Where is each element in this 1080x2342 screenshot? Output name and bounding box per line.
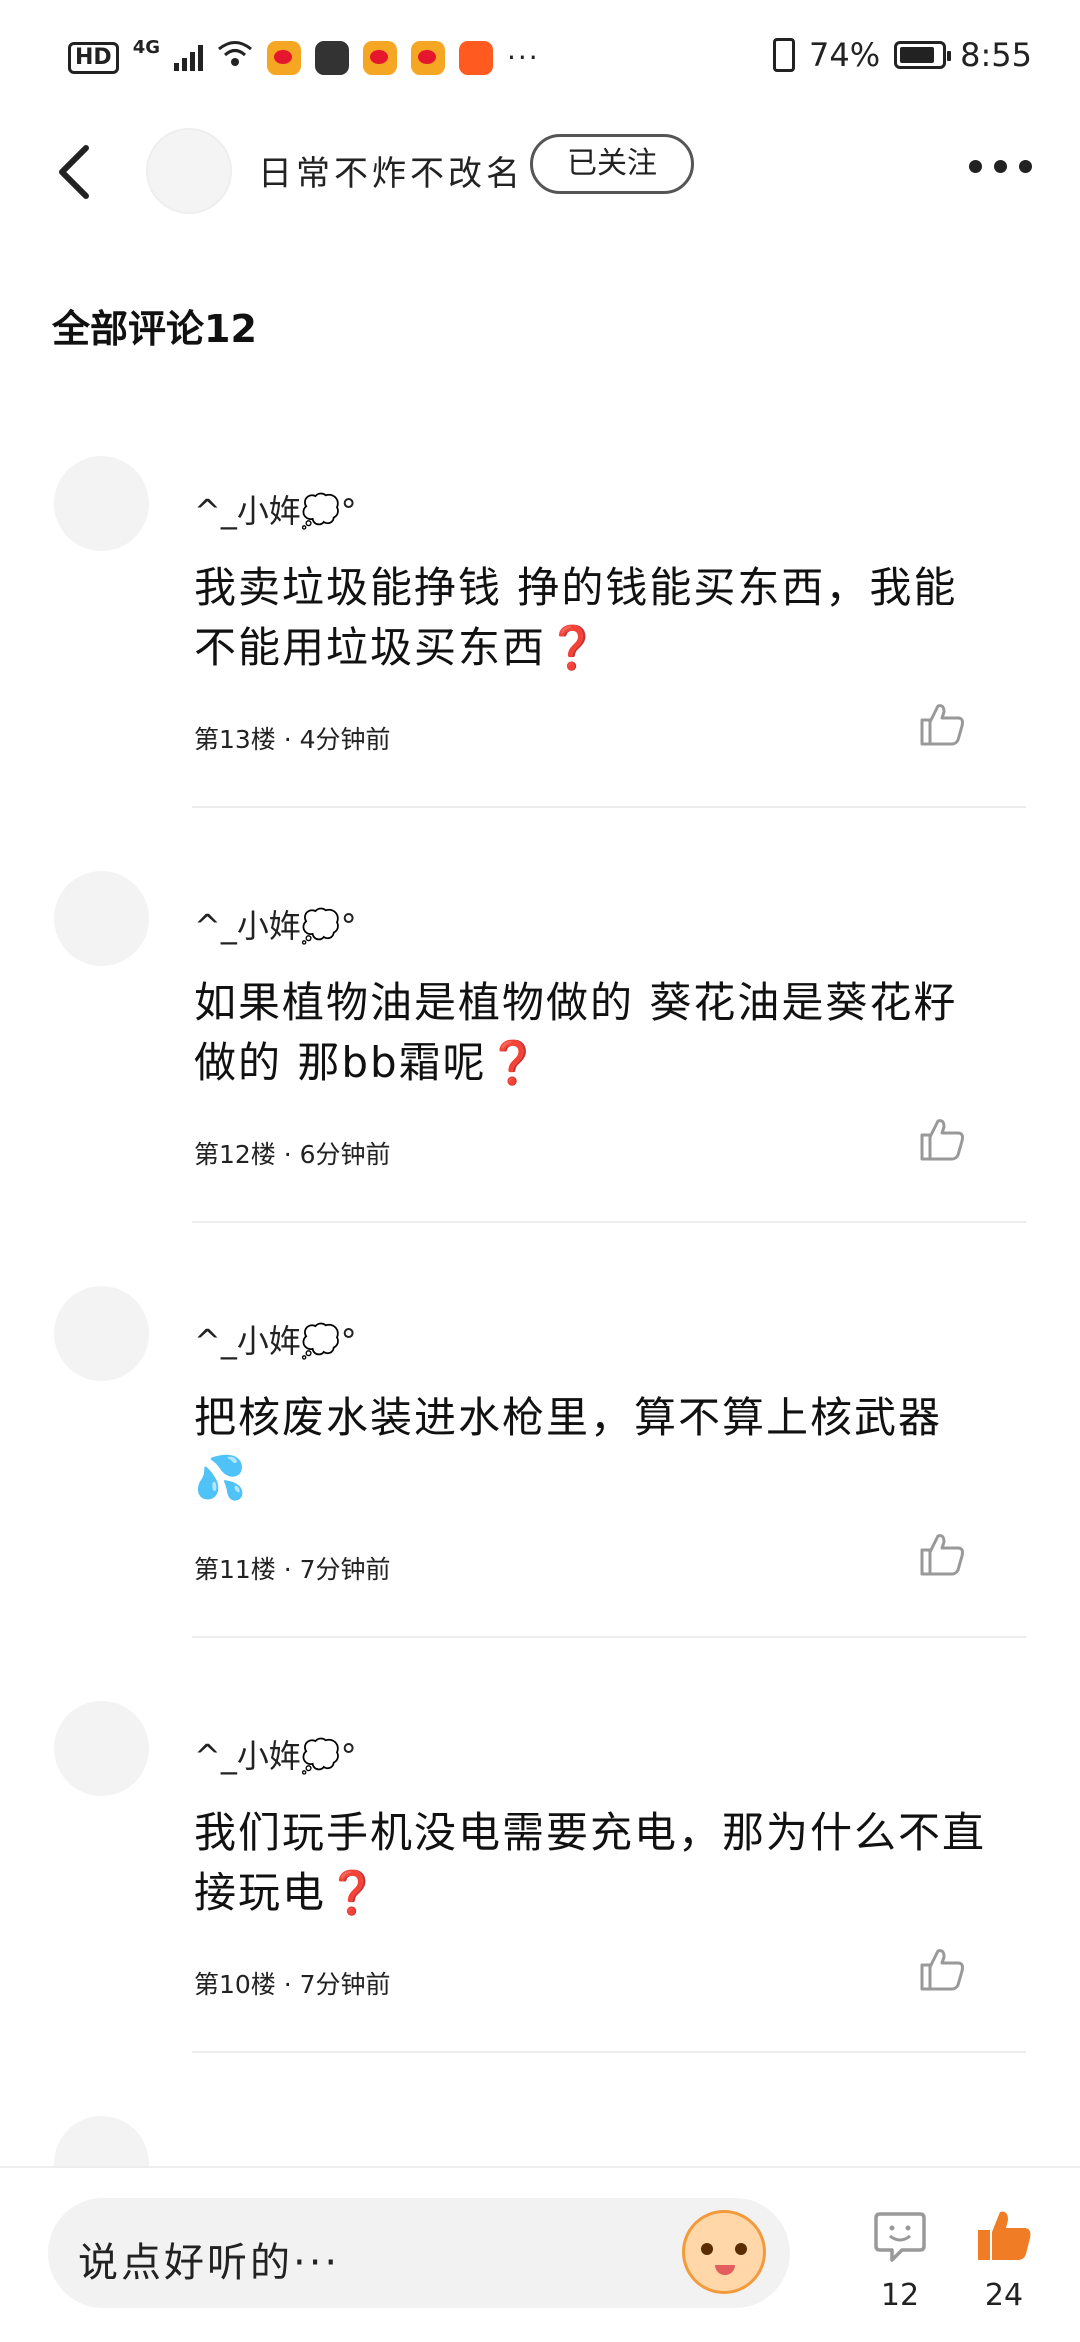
divider: [192, 1221, 1026, 1223]
kuaishou-icon: [459, 40, 493, 75]
chevron-left-icon: [59, 145, 89, 199]
like-post-button[interactable]: [976, 2208, 1032, 2264]
thumbs-up-icon: [920, 1119, 964, 1161]
comment-item: ^_小姩💭° 我卖垃圾能挣钱 挣的钱能买东西，我能不能用垃圾买东西❓ 第13楼 …: [0, 456, 1080, 871]
back-button[interactable]: [50, 142, 100, 202]
comment-item: [0, 2116, 1080, 2166]
battery-percent: 74%: [809, 36, 881, 74]
thumbs-up-icon: [920, 704, 964, 746]
avatar[interactable]: [54, 1286, 149, 1381]
thumbs-up-filled-icon: [978, 2211, 1031, 2260]
comment-meta: 第11楼 · 7分钟前: [194, 1555, 391, 1584]
comments-button[interactable]: [872, 2208, 928, 2264]
floor-number: 第10楼: [194, 1970, 276, 1999]
network-type: 4G: [132, 37, 160, 58]
comment-text: 我卖垃圾能挣钱 挣的钱能买东西，我能不能用垃圾买东西❓: [194, 563, 958, 672]
like-button[interactable]: [918, 1115, 966, 1163]
weibo-icon: [363, 40, 397, 75]
like-button[interactable]: [918, 700, 966, 748]
like-button[interactable]: [918, 1945, 966, 1993]
comment-meta: 第12楼 · 6分钟前: [194, 1140, 391, 1169]
thumbs-up-icon: [920, 1949, 964, 1991]
comment-text: 把核废水装进水枪里，算不算上核武器💦: [194, 1393, 943, 1502]
avatar[interactable]: [54, 1701, 149, 1796]
avatar[interactable]: [54, 871, 149, 966]
signal-icon: [174, 44, 203, 71]
like-count: 24: [984, 2278, 1024, 2313]
comment-bubble-icon: [874, 2212, 926, 2262]
comment-time: 7分钟前: [299, 1555, 391, 1584]
comment-input[interactable]: 说点好听的···: [48, 2198, 790, 2308]
divider: [192, 2051, 1026, 2053]
follow-button[interactable]: 已关注: [530, 134, 694, 194]
comments-title: 全部评论12: [52, 307, 257, 351]
author-name[interactable]: 日常不炸不改名: [258, 146, 524, 195]
clock: 8:55: [960, 36, 1032, 74]
status-right: 74% 8:55: [773, 36, 1032, 74]
comment-username[interactable]: ^_小姩💭°: [194, 1316, 357, 1362]
weibo-icon: [411, 40, 445, 75]
more-notifications: ···: [507, 41, 540, 74]
weibo-icon: [267, 40, 301, 75]
divider: [192, 806, 1026, 808]
more-options-button[interactable]: [969, 160, 1032, 173]
comment-count: 12: [880, 2278, 920, 2313]
comment-username[interactable]: ^_小姩💭°: [194, 486, 357, 532]
avatar[interactable]: [54, 456, 149, 551]
bottom-bar: 说点好听的··· 12 24: [0, 2166, 1080, 2342]
battery-icon: [894, 41, 952, 69]
like-button[interactable]: [918, 1530, 966, 1578]
avatar[interactable]: [54, 2116, 149, 2166]
comment-meta: 第10楼 · 7分钟前: [194, 1970, 391, 1999]
status-left: HD 4G ···: [68, 37, 540, 75]
comment-username[interactable]: ^_小姩💭°: [194, 901, 357, 947]
author-avatar[interactable]: [146, 128, 232, 214]
comment-time: 4分钟前: [299, 725, 391, 754]
wifi-icon: [217, 40, 253, 75]
comment-meta: 第13楼 · 4分钟前: [194, 725, 391, 754]
hd-icon: HD: [68, 41, 119, 74]
status-bar: HD 4G ··· 74% 8:55: [0, 0, 1080, 120]
comment-item: ^_小姩💭° 如果植物油是植物做的 葵花油是葵花籽做的 那bb霜呢❓ 第12楼 …: [0, 871, 1080, 1286]
comment-time: 7分钟前: [299, 1970, 391, 1999]
floor-number: 第11楼: [194, 1555, 276, 1584]
comment-username[interactable]: ^_小姩💭°: [194, 1731, 357, 1777]
top-bar: 日常不炸不改名 已关注: [0, 120, 1080, 220]
comment-item: ^_小姩💭° 把核废水装进水枪里，算不算上核武器💦 第11楼 · 7分钟前: [0, 1286, 1080, 1701]
comment-text: 我们玩手机没电需要充电，那为什么不直接玩电❓: [194, 1808, 987, 1917]
comment-input-placeholder: 说点好听的···: [78, 2240, 341, 2286]
vibrate-icon: [773, 38, 796, 72]
comment-time: 6分钟前: [299, 1140, 391, 1169]
comment-text: 如果植物油是植物做的 葵花油是葵花籽做的 那bb霜呢❓: [194, 978, 958, 1087]
thumbs-up-icon: [920, 1534, 964, 1576]
floor-number: 第12楼: [194, 1140, 276, 1169]
divider: [192, 1636, 1026, 1638]
comment-item: ^_小姩💭° 我们玩手机没电需要充电，那为什么不直接玩电❓ 第10楼 · 7分钟…: [0, 1701, 1080, 2116]
shopping-bag-icon: [315, 40, 349, 75]
emoji-mascot-icon[interactable]: [682, 2210, 766, 2294]
floor-number: 第13楼: [194, 725, 276, 754]
